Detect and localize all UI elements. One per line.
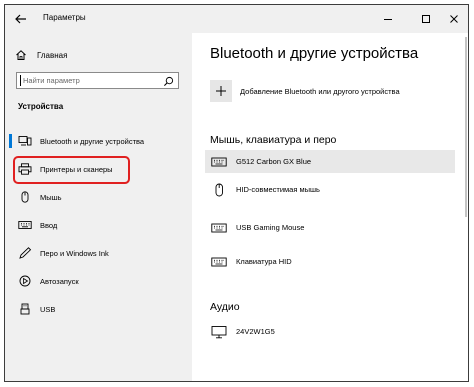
add-device-label: Добавление Bluetooth или другого устройс… xyxy=(240,86,400,96)
close-icon[interactable] xyxy=(446,11,462,27)
sidebar-item-label: Мышь xyxy=(40,192,62,202)
maximize-icon[interactable] xyxy=(418,11,434,27)
settings-window: Параметры Главная Устройства xyxy=(4,4,469,382)
sidebar-item-label: Автозапуск xyxy=(40,276,79,286)
section-title-devices: Устройства xyxy=(18,102,64,111)
device-item[interactable]: USB Gaming Mouse xyxy=(205,216,455,239)
section-title-input-devices: Мышь, клавиатура и перо xyxy=(210,134,337,146)
device-item[interactable]: HID-совместимая мышь xyxy=(205,178,455,201)
autoplay-icon xyxy=(19,275,31,287)
device-label: HID-совместимая мышь xyxy=(236,185,320,194)
sidebar-item-bluetooth[interactable]: Bluetooth и другие устройства xyxy=(5,129,192,153)
sidebar-item-label: Bluetooth и другие устройства xyxy=(40,136,145,146)
sidebar-item-typing[interactable]: Ввод xyxy=(5,213,192,237)
window-title: Параметры xyxy=(43,13,86,22)
mouse-icon xyxy=(215,183,223,196)
search-box[interactable] xyxy=(16,72,179,89)
usb-icon xyxy=(20,303,30,315)
back-arrow-icon[interactable] xyxy=(13,11,29,27)
device-label: USB Gaming Mouse xyxy=(236,223,305,232)
device-item[interactable]: G512 Carbon GX Blue xyxy=(205,150,455,173)
sidebar-item-label: Ввод xyxy=(40,220,58,230)
bluetooth-devices-icon xyxy=(18,136,32,146)
sidebar: Главная Устройства Bluetooth и другие ус… xyxy=(5,33,192,381)
search-icon[interactable] xyxy=(163,76,174,87)
device-label: 24V2W1G5 xyxy=(236,327,275,336)
home-label: Главная xyxy=(37,50,68,60)
add-box xyxy=(210,80,232,102)
device-label: Клавиатура HID xyxy=(236,257,292,266)
sidebar-item-label: Перо и Windows Ink xyxy=(40,248,109,258)
printers-highlight-annotation xyxy=(13,156,130,184)
home-icon xyxy=(16,50,26,60)
scrollbar-thumb[interactable] xyxy=(465,37,467,217)
keyboard-icon xyxy=(211,257,227,266)
pen-icon xyxy=(19,247,32,259)
keyboard-icon xyxy=(211,157,227,166)
sidebar-item-autoplay[interactable]: Автозапуск xyxy=(5,269,192,293)
search-input[interactable] xyxy=(20,74,161,87)
page-title: Bluetooth и другие устройства xyxy=(210,45,419,62)
title-bar: Параметры xyxy=(5,5,468,33)
add-device-button[interactable]: Добавление Bluetooth или другого устройс… xyxy=(210,79,400,103)
sidebar-item-usb[interactable]: USB xyxy=(5,297,192,321)
device-label: G512 Carbon GX Blue xyxy=(236,157,312,166)
device-item[interactable]: 24V2W1G5 xyxy=(205,320,455,343)
minimize-icon[interactable] xyxy=(380,11,396,27)
section-title-audio: Аудио xyxy=(210,301,240,313)
keyboard-icon xyxy=(211,223,227,232)
scrollbar[interactable] xyxy=(464,33,468,381)
plus-icon xyxy=(216,86,226,96)
mouse-icon xyxy=(21,191,29,203)
main-panel: Bluetooth и другие устройства Добавление… xyxy=(192,33,464,381)
device-item[interactable]: Клавиатура HID xyxy=(205,250,455,273)
sidebar-item-mouse[interactable]: Мышь xyxy=(5,185,192,209)
sidebar-item-label: USB xyxy=(40,304,56,314)
keyboard-icon xyxy=(18,221,32,229)
home-link[interactable]: Главная xyxy=(15,47,165,63)
monitor-icon xyxy=(211,325,227,338)
sidebar-item-pen[interactable]: Перо и Windows Ink xyxy=(5,241,192,265)
